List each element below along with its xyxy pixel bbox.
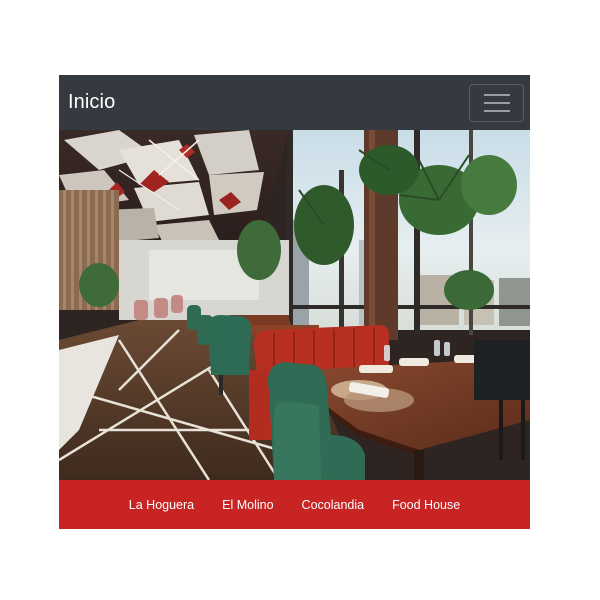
brand-link[interactable]: Inicio (68, 91, 115, 114)
hamburger-menu-icon (483, 92, 511, 114)
page-frame: Inicio La Hoguera El Molino Cocolandia F… (59, 75, 530, 529)
nav-link-food-house[interactable]: Food House (378, 498, 474, 512)
restaurant-hero-image (59, 130, 530, 480)
navbar-toggler-button[interactable] (469, 83, 524, 122)
nav-link-la-hoguera[interactable]: La Hoguera (115, 498, 208, 512)
top-navbar: Inicio (59, 75, 530, 130)
nav-link-el-molino[interactable]: El Molino (208, 498, 287, 512)
nav-link-cocolandia[interactable]: Cocolandia (288, 498, 379, 512)
restaurant-links-nav: La Hoguera El Molino Cocolandia Food Hou… (59, 480, 530, 529)
